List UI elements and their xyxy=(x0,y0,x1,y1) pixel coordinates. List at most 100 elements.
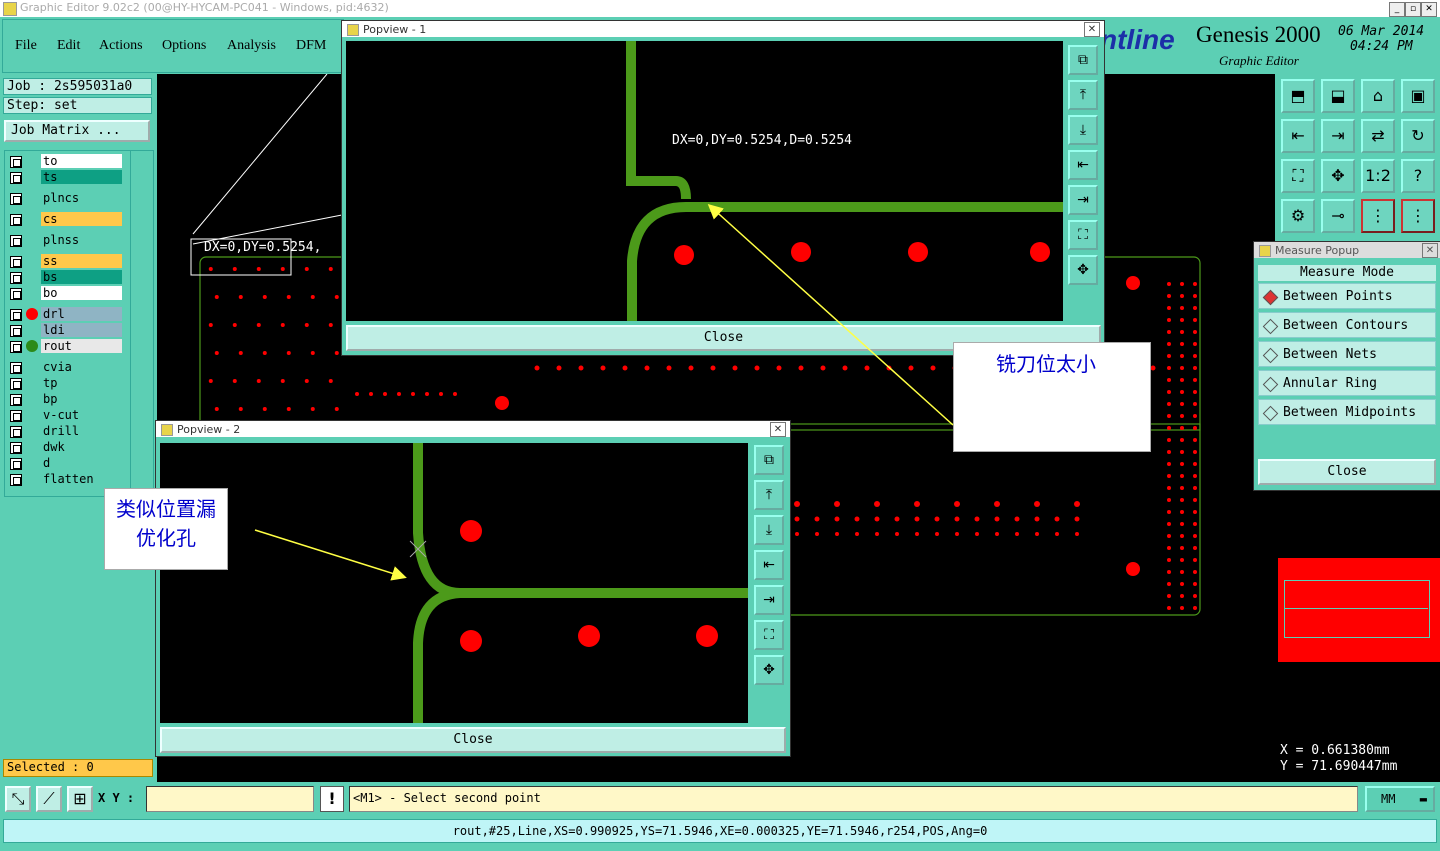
pan-right-icon[interactable]: ⇥ xyxy=(1068,185,1098,215)
layer-row-drill[interactable]: drill xyxy=(6,424,124,439)
center-icon[interactable]: ✥ xyxy=(754,655,784,685)
alert-icon[interactable]: ! xyxy=(320,786,344,812)
popview-2-close-button[interactable]: Close xyxy=(160,727,786,753)
job-matrix-button[interactable]: Job Matrix ... xyxy=(4,120,150,142)
menu-actions[interactable]: Actions xyxy=(99,38,143,54)
layer-row-ldi[interactable]: ldi xyxy=(6,323,124,338)
window-fit-icon[interactable]: ▣ xyxy=(1401,79,1435,113)
pan-right-icon[interactable]: ⇥ xyxy=(754,585,784,615)
layer-row-rout[interactable]: rout xyxy=(6,339,124,354)
layer-checkbox[interactable] xyxy=(10,341,22,353)
menu-options[interactable]: Options xyxy=(162,38,206,54)
minimap[interactable] xyxy=(1278,558,1440,662)
center-icon[interactable]: ✥ xyxy=(1068,255,1098,285)
fit-screen-icon[interactable]: ⛶ xyxy=(1281,159,1315,193)
select-tool-icon[interactable]: ⤡ xyxy=(5,786,31,812)
layer-checkbox[interactable] xyxy=(10,214,22,226)
measure-tool-icon[interactable]: ⟋ xyxy=(36,786,62,812)
menu-analysis[interactable]: Analysis xyxy=(227,38,276,54)
pan-down-icon[interactable]: ⤓ xyxy=(754,515,784,545)
layer-checkbox[interactable] xyxy=(10,256,22,268)
layer-a-icon[interactable]: ⋮ xyxy=(1361,199,1395,233)
layer-row-cvia[interactable]: cvia xyxy=(6,360,124,375)
zoom-home-icon[interactable]: ⬒ xyxy=(1281,79,1315,113)
grid-tool-icon[interactable]: ⊞ xyxy=(67,786,93,812)
layer-checkbox[interactable] xyxy=(10,309,22,321)
layer-row-bp[interactable]: bp xyxy=(6,392,124,407)
close-icon[interactable]: ✕ xyxy=(1422,243,1438,258)
popview-2-canvas[interactable] xyxy=(160,443,748,723)
layer-checkbox[interactable] xyxy=(10,458,22,470)
pan-up-icon[interactable]: ⤒ xyxy=(1068,80,1098,110)
layer-row-cs[interactable]: cs xyxy=(6,212,124,227)
zoom-window-icon[interactable]: ⧉ xyxy=(1068,45,1098,75)
fit-screen-icon[interactable]: ⛶ xyxy=(1068,220,1098,250)
help-icon[interactable]: ? xyxy=(1401,159,1435,193)
layer-row-v-cut[interactable]: v-cut xyxy=(6,408,124,423)
measure-close-button[interactable]: Close xyxy=(1258,459,1436,485)
menu-file[interactable]: File xyxy=(15,38,37,54)
layer-checkbox[interactable] xyxy=(10,193,22,205)
layer-checkbox[interactable] xyxy=(10,410,22,422)
popview-1-canvas[interactable]: DX=0,DY=0.5254,D=0.5254 xyxy=(346,41,1063,321)
net-icon[interactable]: ⊸ xyxy=(1321,199,1355,233)
layer-row-plnss[interactable]: plnss xyxy=(6,233,124,248)
measure-option-between-midpoints[interactable]: Between Midpoints xyxy=(1258,399,1436,425)
layer-row-flatten[interactable]: flatten xyxy=(6,472,124,487)
maximize-icon[interactable]: ▫ xyxy=(1405,2,1421,17)
layer-checkbox[interactable] xyxy=(10,362,22,374)
close-icon[interactable]: ✕ xyxy=(770,422,786,437)
layer-row-bo[interactable]: bo xyxy=(6,286,124,301)
layer-row-bs[interactable]: bs xyxy=(6,270,124,285)
layer-checkbox[interactable] xyxy=(10,394,22,406)
layer-row-ss[interactable]: ss xyxy=(6,254,124,269)
units-dropdown[interactable]: MM ▬ xyxy=(1365,786,1435,812)
minimap-divider xyxy=(1284,608,1428,609)
zoom-in-icon[interactable]: ⬓ xyxy=(1321,79,1355,113)
close-icon[interactable]: ✕ xyxy=(1084,22,1100,37)
pan-left-icon[interactable]: ⇤ xyxy=(754,550,784,580)
layer-checkbox[interactable] xyxy=(10,272,22,284)
layer-checkbox[interactable] xyxy=(10,156,22,168)
fit-screen-icon[interactable]: ⛶ xyxy=(754,620,784,650)
center-icon[interactable]: ✥ xyxy=(1321,159,1355,193)
swap-icon[interactable]: ⇄ xyxy=(1361,119,1395,153)
menu-dfm[interactable]: DFM xyxy=(296,38,326,54)
measure-option-between-contours[interactable]: Between Contours xyxy=(1258,312,1436,338)
redraw-icon[interactable]: ↻ xyxy=(1401,119,1435,153)
layer-row-to[interactable]: to xyxy=(6,154,124,169)
home-icon[interactable]: ⌂ xyxy=(1361,79,1395,113)
layer-checkbox[interactable] xyxy=(10,172,22,184)
pan-up-icon[interactable]: ⤒ xyxy=(754,480,784,510)
measure-option-between-points[interactable]: Between Points xyxy=(1258,283,1436,309)
layer-checkbox[interactable] xyxy=(10,325,22,337)
layer-b-icon[interactable]: ⋮ xyxy=(1401,199,1435,233)
tools-icon[interactable]: ⚙ xyxy=(1281,199,1315,233)
layer-checkbox[interactable] xyxy=(10,426,22,438)
menu-edit[interactable]: Edit xyxy=(57,38,80,54)
xy-input[interactable] xyxy=(146,786,314,812)
layer-row-tp[interactable]: tp xyxy=(6,376,124,391)
close-icon[interactable]: ✕ xyxy=(1421,2,1437,17)
layer-checkbox[interactable] xyxy=(10,442,22,454)
layer-row-d[interactable]: d xyxy=(6,456,124,471)
layer-row-drl[interactable]: drl xyxy=(6,307,124,322)
layer-checkbox[interactable] xyxy=(10,378,22,390)
layer-scrollbar[interactable] xyxy=(130,150,154,495)
layer-checkbox[interactable] xyxy=(10,474,22,486)
pad xyxy=(886,365,892,371)
measure-option-between-nets[interactable]: Between Nets xyxy=(1258,341,1436,367)
layer-row-dwk[interactable]: dwk xyxy=(6,440,124,455)
minimize-icon[interactable]: _ xyxy=(1389,2,1405,17)
pan-left-icon[interactable]: ⇤ xyxy=(1068,150,1098,180)
layer-checkbox[interactable] xyxy=(10,235,22,247)
layer-row-plncs[interactable]: plncs xyxy=(6,191,124,206)
zoom-window-icon[interactable]: ⧉ xyxy=(754,445,784,475)
pan-down-icon[interactable]: ⤓ xyxy=(1068,115,1098,145)
ratio-1-1-icon[interactable]: 1:2 xyxy=(1361,159,1395,193)
layer-row-ts[interactable]: ts xyxy=(6,170,124,185)
pan-left-icon[interactable]: ⇤ xyxy=(1281,119,1315,153)
measure-option-annular-ring[interactable]: Annular Ring xyxy=(1258,370,1436,396)
pan-right-icon[interactable]: ⇥ xyxy=(1321,119,1355,153)
layer-checkbox[interactable] xyxy=(10,288,22,300)
